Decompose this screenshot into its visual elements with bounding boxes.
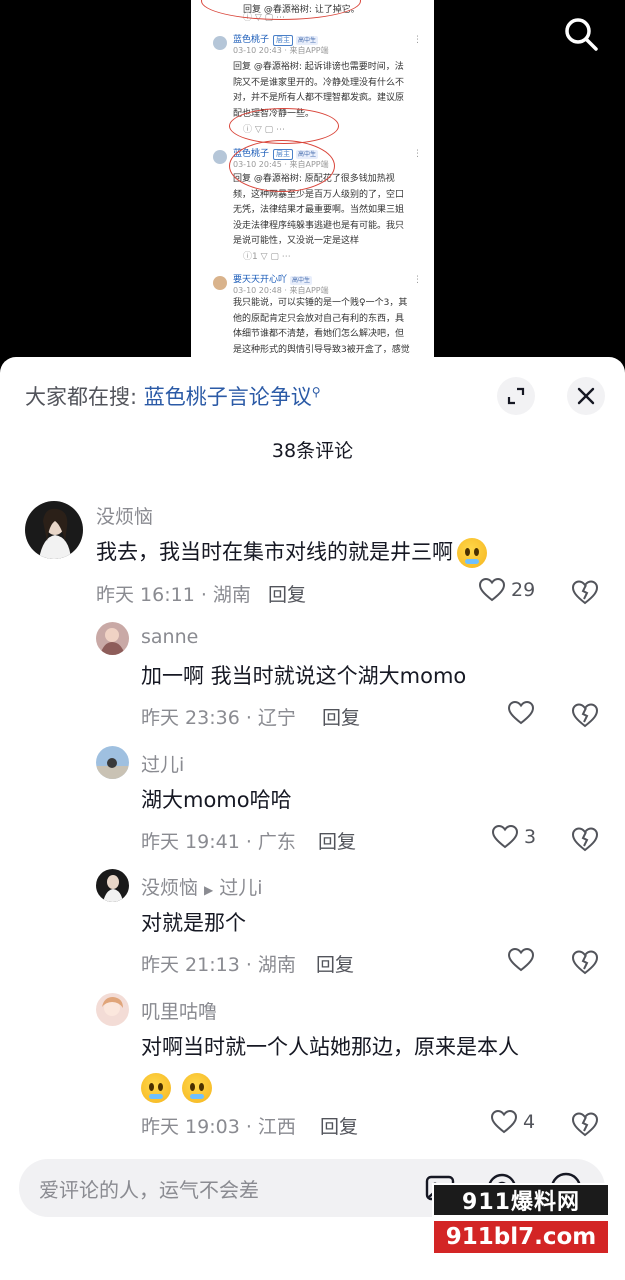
close-button[interactable] [567, 377, 605, 415]
heart-icon [492, 825, 518, 849]
vf-avatar [213, 150, 227, 164]
avatar[interactable] [96, 622, 129, 655]
watermark-logo: 911爆料网 [432, 1183, 610, 1217]
avatar[interactable] [25, 501, 83, 559]
comment-emoji-line [141, 1067, 212, 1107]
video-screenshot-frame: 回复 @春源裕树: 让了掉它。 ⓘ ▽ ▢ ⋯ 蓝色桃子 层主 高中生 03-10 … [191, 0, 434, 380]
dislike-icon[interactable] [571, 1110, 599, 1138]
comment-text[interactable]: 加一啊 我当时就说这个湖大momo [141, 656, 466, 696]
comment-meta: 昨天 21:13 · 湖南 [141, 954, 296, 976]
search-suggestion-term[interactable]: 蓝色桃子言论争议 [144, 385, 312, 409]
reply-button[interactable]: 回复 [268, 580, 306, 607]
like-button[interactable] [508, 701, 540, 725]
like-button[interactable]: 29 [479, 578, 535, 602]
like-button[interactable] [508, 948, 540, 972]
vf-controls: ⓘ1 ▽ ▢ ⋯ [243, 252, 291, 262]
dislike-icon[interactable] [571, 825, 599, 853]
vf-name: 要天天开心吖 [233, 275, 288, 285]
close-icon [577, 387, 595, 405]
reply-item: 叽里咕噜 对啊当时就一个人站她那边，原来是本人 昨天 19:03 · 江西 回复… [0, 993, 625, 1143]
heart-icon [491, 1110, 517, 1134]
vf-name: 蓝色桃子 [233, 35, 270, 45]
reply-button[interactable]: 回复 [320, 1112, 358, 1139]
search-small-icon: ⚲ [311, 385, 321, 399]
red-annotation-circle [229, 140, 335, 192]
vf-more-icon: ⋮ [413, 149, 422, 159]
vf-avatar [213, 276, 227, 290]
vf-more-icon: ⋮ [413, 35, 422, 45]
heart-icon [479, 578, 505, 602]
reply-button[interactable]: 回复 [316, 950, 354, 977]
comment-text[interactable]: 我去，我当时在集市对线的就是井三啊 [96, 532, 487, 572]
like-button[interactable]: 3 [492, 825, 536, 849]
reply-arrow-icon: ▶ [204, 883, 214, 897]
comment-item: 没烦恼 我去，我当时在集市对线的就是井三啊 昨天 16:11 · 湖南 回复 2… [0, 500, 625, 615]
reply-button[interactable]: 回复 [322, 703, 360, 730]
reply-item: 没烦恼 ▶ 过儿i 对就是那个 昨天 21:13 · 湖南 回复 [0, 869, 625, 981]
vf-meta: 03-10 20:43 · 来自APP端 [233, 46, 329, 55]
like-button[interactable]: 4 [491, 1110, 535, 1134]
expand-button[interactable] [497, 377, 535, 415]
watermark-url: 911bl7.com [432, 1219, 610, 1255]
avatar[interactable] [96, 869, 129, 902]
avatar[interactable] [96, 993, 129, 1026]
reply-button[interactable]: 回复 [318, 827, 356, 854]
search-icon[interactable] [561, 14, 601, 54]
comment-meta: 昨天 19:03 · 江西 [141, 1116, 296, 1138]
comment-meta: 昨天 23:36 · 辽宁 [141, 707, 296, 729]
search-suggestion[interactable]: 大家都在搜: 蓝色桃子言论争议⚲ [25, 381, 321, 411]
like-count: 3 [524, 826, 537, 848]
dislike-icon[interactable] [571, 948, 599, 976]
comment-author[interactable]: sanne [141, 626, 198, 648]
comment-count: 38条评论 [271, 440, 354, 462]
expand-icon [507, 387, 525, 405]
comment-author[interactable]: 没烦恼 ▶ 过儿i [141, 873, 263, 900]
heart-icon [508, 948, 534, 972]
heart-icon [508, 701, 534, 725]
reply-item: 过儿i 湖大momo哈哈 昨天 19:41 · 广东 回复 3 [0, 746, 625, 858]
dislike-icon[interactable] [571, 578, 599, 606]
vf-tag: 高中生 [290, 276, 313, 285]
avatar[interactable] [96, 746, 129, 779]
like-count: 29 [511, 579, 536, 601]
laughing-crying-emoji [457, 538, 487, 568]
pleading-face-emoji [181, 1073, 212, 1103]
comment-input-placeholder[interactable]: 爱评论的人，运气不会差 [39, 1174, 259, 1203]
comment-text[interactable]: 对就是那个 [141, 903, 246, 943]
comment-meta: 昨天 16:11 · 湖南 [96, 584, 251, 606]
site-watermark: 911爆料网 911bl7.com [432, 1183, 610, 1255]
dislike-icon[interactable] [571, 701, 599, 729]
comment-author[interactable]: 过儿i [141, 750, 184, 777]
comment-author[interactable]: 叽里咕噜 [141, 997, 217, 1024]
comment-text[interactable]: 对啊当时就一个人站她那边，原来是本人 [141, 1027, 519, 1067]
reply-to-author: 过儿i [219, 877, 263, 899]
vf-more-icon: ⋮ [413, 275, 422, 285]
pleading-face-emoji [141, 1073, 171, 1103]
comment-author[interactable]: 没烦恼 [96, 502, 153, 529]
video-area[interactable]: 回复 @春源裕树: 让了掉它。 ⓘ ▽ ▢ ⋯ 蓝色桃子 层主 高中生 03-10 … [0, 0, 625, 380]
search-suggestion-label: 大家都在搜: [25, 385, 144, 409]
reply-item: sanne 加一啊 我当时就说这个湖大momo 昨天 23:36 · 辽宁 回复 [0, 622, 625, 734]
like-count: 4 [523, 1111, 536, 1133]
red-annotation-circle [229, 108, 339, 144]
vf-avatar [213, 36, 227, 50]
comment-meta: 昨天 19:41 · 广东 [141, 831, 296, 853]
vf-body: 我只能说，可以实锤的是一个贱♀一个3，其 他的原配肯定只会放对自己有利的东西，具… [233, 298, 410, 355]
vf-tag: 高中生 [296, 36, 319, 45]
comment-text[interactable]: 湖大momo哈哈 [141, 780, 292, 820]
